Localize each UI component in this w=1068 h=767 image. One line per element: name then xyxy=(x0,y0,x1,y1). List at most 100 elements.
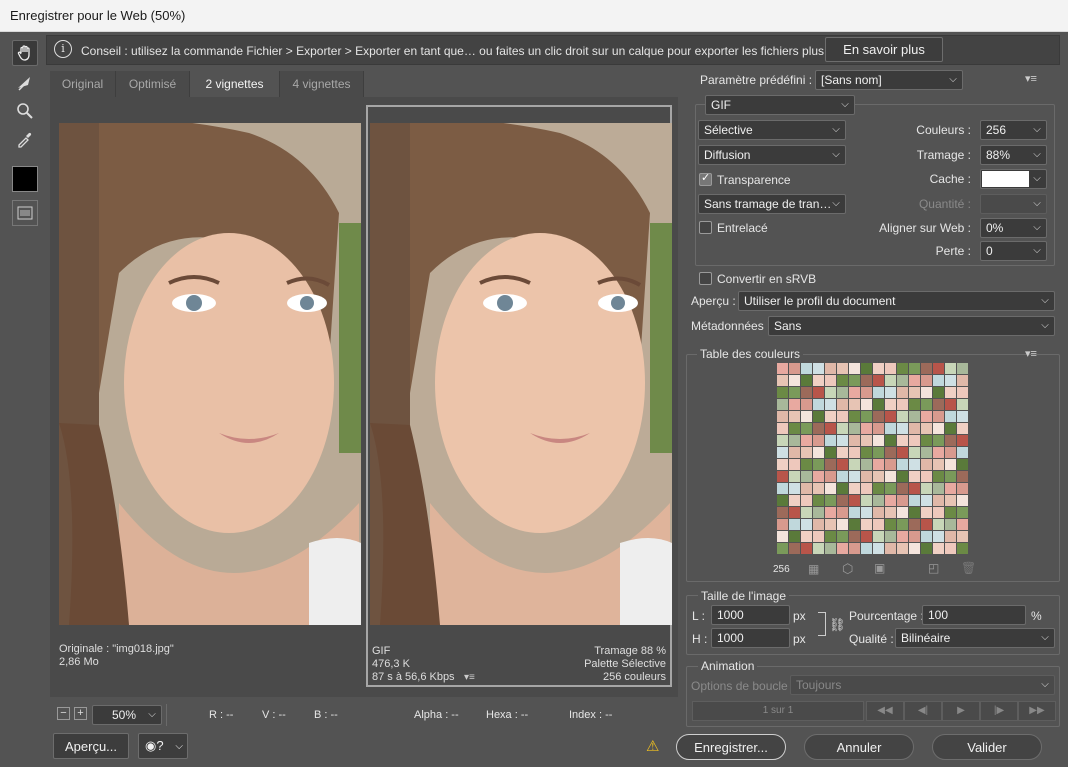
color-table-grid[interactable] xyxy=(777,363,969,555)
color-swatch[interactable] xyxy=(909,423,920,434)
color-swatch[interactable] xyxy=(789,471,800,482)
play-icon[interactable]: ▶ xyxy=(942,701,980,721)
color-swatch[interactable] xyxy=(873,495,884,506)
color-swatch[interactable] xyxy=(921,459,932,470)
color-swatch[interactable] xyxy=(909,363,920,374)
color-swatch[interactable] xyxy=(837,375,848,386)
preset-select[interactable]: [Sans nom] ⌵ xyxy=(815,70,963,90)
color-swatch[interactable] xyxy=(801,507,812,518)
color-swatch[interactable] xyxy=(849,543,860,554)
color-swatch[interactable] xyxy=(957,399,968,410)
color-swatch[interactable] xyxy=(825,507,836,518)
color-swatch[interactable] xyxy=(813,495,824,506)
color-swatch[interactable] xyxy=(957,435,968,446)
color-swatch[interactable] xyxy=(813,471,824,482)
reduction-select[interactable]: Sélective ⌵ xyxy=(698,120,846,140)
color-swatch[interactable] xyxy=(813,519,824,530)
color-swatch[interactable] xyxy=(861,423,872,434)
color-swatch[interactable] xyxy=(789,387,800,398)
color-swatch[interactable] xyxy=(909,495,920,506)
color-swatch[interactable] xyxy=(801,471,812,482)
dither-amount-select[interactable]: 88% ⌵ xyxy=(980,145,1047,165)
color-swatch[interactable] xyxy=(849,399,860,410)
color-swatch[interactable] xyxy=(777,399,788,410)
color-swatch[interactable] xyxy=(933,423,944,434)
percent-input[interactable]: 100 xyxy=(922,605,1026,625)
zoom-tool-icon[interactable] xyxy=(12,98,38,124)
color-swatch[interactable] xyxy=(909,519,920,530)
color-swatch[interactable] xyxy=(945,471,956,482)
color-swatch[interactable] xyxy=(801,435,812,446)
color-swatch[interactable] xyxy=(885,459,896,470)
color-swatch[interactable] xyxy=(909,387,920,398)
color-swatch[interactable] xyxy=(813,447,824,458)
color-swatch[interactable] xyxy=(861,507,872,518)
color-swatch[interactable] xyxy=(789,435,800,446)
last-frame-icon[interactable]: ▶▶ xyxy=(1018,701,1056,721)
color-swatch[interactable] xyxy=(933,483,944,494)
color-swatch[interactable] xyxy=(813,531,824,542)
color-swatch[interactable] xyxy=(825,531,836,542)
color-swatch[interactable] xyxy=(837,519,848,530)
color-swatch[interactable] xyxy=(897,531,908,542)
color-swatch[interactable] xyxy=(933,471,944,482)
color-swatch[interactable] xyxy=(849,423,860,434)
color-swatch[interactable] xyxy=(849,471,860,482)
color-swatch[interactable] xyxy=(813,459,824,470)
color-swatch[interactable] xyxy=(957,411,968,422)
color-swatch[interactable] xyxy=(957,387,968,398)
color-swatch[interactable] xyxy=(825,471,836,482)
preset-menu-icon[interactable]: ▾≡ xyxy=(1025,72,1037,85)
color-swatch[interactable] xyxy=(801,459,812,470)
color-swatch[interactable] xyxy=(849,495,860,506)
color-swatch[interactable] xyxy=(837,399,848,410)
color-swatch[interactable] xyxy=(945,375,956,386)
color-swatch[interactable] xyxy=(897,507,908,518)
color-swatch[interactable] xyxy=(945,363,956,374)
color-swatch[interactable] xyxy=(837,423,848,434)
color-swatch[interactable] xyxy=(897,459,908,470)
interlaced-checkbox[interactable] xyxy=(699,221,712,234)
link-icon[interactable]: ⛓ xyxy=(829,617,846,633)
color-swatch[interactable] xyxy=(777,507,788,518)
color-swatch[interactable] xyxy=(813,435,824,446)
dither-algorithm-select[interactable]: Diffusion ⌵ xyxy=(698,145,846,165)
tab-4-up[interactable]: 4 vignettes xyxy=(280,71,364,97)
color-swatch[interactable] xyxy=(777,363,788,374)
transparency-checkbox[interactable]: ✓ xyxy=(699,172,712,186)
color-swatch[interactable] xyxy=(921,363,932,374)
color-swatch[interactable] xyxy=(801,363,812,374)
color-swatch[interactable] xyxy=(933,495,944,506)
color-swatch[interactable] xyxy=(921,447,932,458)
color-swatch[interactable] xyxy=(873,387,884,398)
color-swatch[interactable] xyxy=(777,543,788,554)
color-swatch[interactable] xyxy=(945,483,956,494)
color-swatch[interactable] xyxy=(885,387,896,398)
color-swatch[interactable] xyxy=(957,483,968,494)
color-swatch[interactable] xyxy=(909,507,920,518)
color-swatch[interactable] xyxy=(933,375,944,386)
color-swatch[interactable] xyxy=(933,519,944,530)
lock-icon[interactable]: ▣ xyxy=(874,561,885,575)
color-swatch[interactable] xyxy=(885,471,896,482)
color-swatch[interactable] xyxy=(897,387,908,398)
color-swatch[interactable] xyxy=(885,507,896,518)
color-swatch[interactable] xyxy=(921,483,932,494)
color-swatch[interactable] xyxy=(861,363,872,374)
color-swatch[interactable] xyxy=(921,495,932,506)
color-swatch[interactable] xyxy=(837,435,848,446)
color-swatch[interactable] xyxy=(861,531,872,542)
convert-srgb-checkbox[interactable] xyxy=(699,272,712,285)
color-swatch[interactable] xyxy=(801,483,812,494)
color-swatch[interactable] xyxy=(945,411,956,422)
color-swatch[interactable] xyxy=(849,435,860,446)
color-swatch[interactable] xyxy=(789,423,800,434)
color-swatch[interactable] xyxy=(861,387,872,398)
color-table-menu-icon[interactable]: ▾≡ xyxy=(1025,347,1037,360)
color-swatch[interactable] xyxy=(933,531,944,542)
color-swatch[interactable] xyxy=(849,531,860,542)
color-swatch[interactable] xyxy=(777,495,788,506)
color-swatch[interactable] xyxy=(909,435,920,446)
color-swatch[interactable] xyxy=(945,519,956,530)
color-swatch[interactable] xyxy=(789,375,800,386)
